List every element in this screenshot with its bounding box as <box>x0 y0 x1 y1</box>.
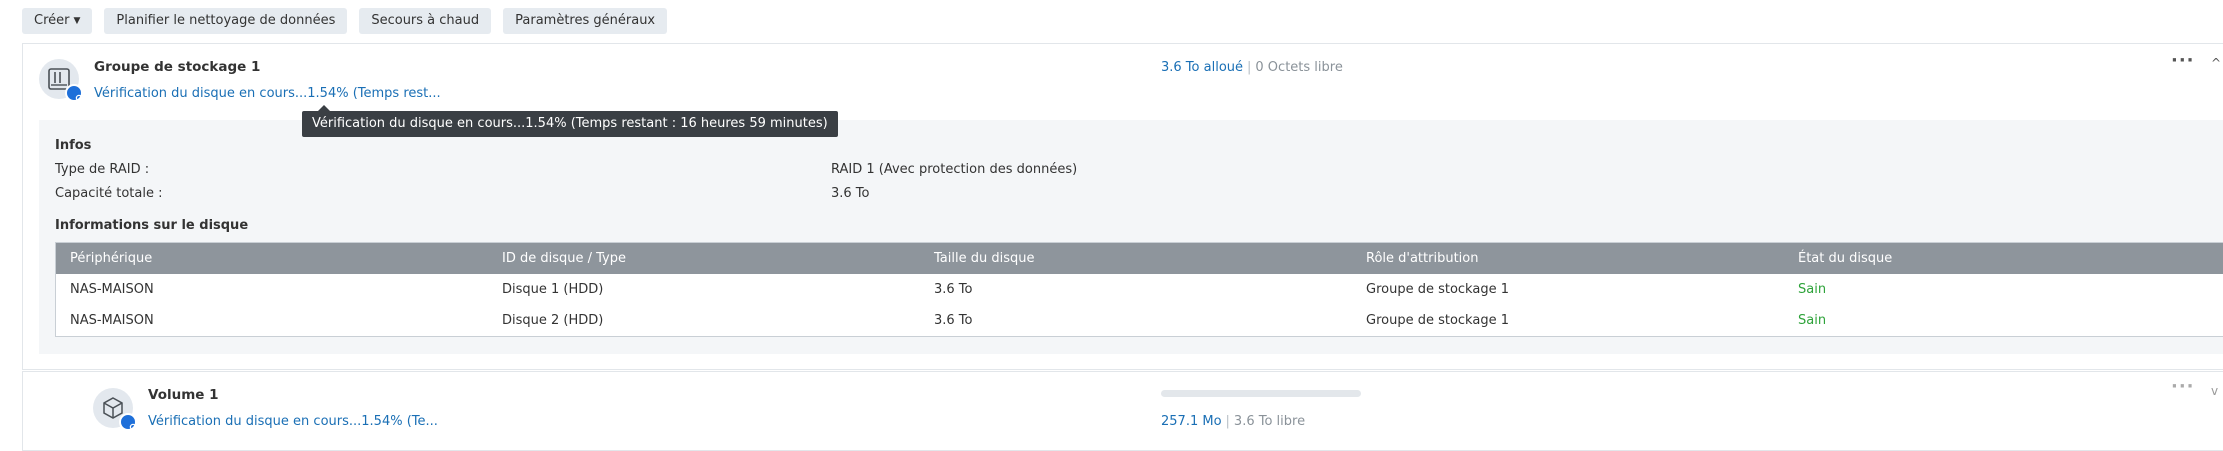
total-capacity-label: Capacité totale : <box>55 186 163 201</box>
column-disk-id[interactable]: ID de disque / Type <box>502 243 626 274</box>
pool-usage-free: 0 Octets libre <box>1255 60 1342 75</box>
cell-disk-id: Disque 1 (HDD) <box>502 274 603 306</box>
table-row[interactable]: NAS-MAISON Disque 1 (HDD) 3.6 To Groupe … <box>56 274 2223 306</box>
volume-usage-free: 3.6 To libre <box>1234 414 1305 429</box>
column-device[interactable]: Périphérique <box>70 243 152 274</box>
collapse-chevron-icon[interactable]: ^ <box>2211 56 2221 70</box>
volume-title: Volume 1 <box>148 387 219 403</box>
disk-table: Périphérique ID de disque / Type Taille … <box>55 242 2223 337</box>
column-disk-size[interactable]: Taille du disque <box>934 243 1034 274</box>
create-label: Créer <box>34 13 69 28</box>
cell-device: NAS-MAISON <box>70 274 154 306</box>
volume-status-link[interactable]: Vérification du disque en cours...1.54% … <box>148 414 438 429</box>
volume-usage: 257.1 Mo | 3.6 To libre <box>1161 414 1305 429</box>
toolbar: Créer ▼ Planifier le nettoyage de données… <box>22 8 667 34</box>
hot-spare-button[interactable]: Secours à chaud <box>359 8 491 34</box>
volume-usage-bar <box>1161 390 1361 397</box>
pool-usage: 3.6 To alloué | 0 Octets libre <box>1161 60 1343 75</box>
info-section-title: Infos <box>55 138 91 153</box>
expand-chevron-icon[interactable]: v <box>2211 384 2218 398</box>
volume-card: Volume 1 Vérification du disque en cours… <box>22 371 2223 451</box>
cell-disk-size: 3.6 To <box>934 274 973 306</box>
status-tooltip: Vérification du disque en cours...1.54% … <box>302 111 838 137</box>
caret-down-icon: ▼ <box>73 16 80 26</box>
cell-allocation-role: Groupe de stockage 1 <box>1366 274 1509 306</box>
pool-usage-allocated[interactable]: 3.6 To alloué <box>1161 60 1243 75</box>
cell-disk-status: Sain <box>1798 305 1826 337</box>
disk-table-header: Périphérique ID de disque / Type Taille … <box>56 243 2223 274</box>
pool-title: Groupe de stockage 1 <box>94 59 260 75</box>
schedule-scrubbing-button[interactable]: Planifier le nettoyage de données <box>104 8 347 34</box>
volume-more-menu-button[interactable]: ··· <box>2171 376 2195 397</box>
disk-info-section-title: Informations sur le disque <box>55 218 248 233</box>
cell-disk-status: Sain <box>1798 274 1826 306</box>
create-button[interactable]: Créer ▼ <box>22 8 92 34</box>
column-allocation-role[interactable]: Rôle d'attribution <box>1366 243 1478 274</box>
raid-type-label: Type de RAID : <box>55 162 149 177</box>
usage-separator: | <box>1247 60 1251 75</box>
column-disk-status[interactable]: État du disque <box>1798 243 1892 274</box>
cell-device: NAS-MAISON <box>70 305 154 337</box>
storage-pool-icon <box>39 59 79 99</box>
raid-type-value: RAID 1 (Avec protection des données) <box>831 162 1077 177</box>
sync-badge-icon <box>65 84 83 102</box>
storage-pool-card: Groupe de stockage 1 Vérification du dis… <box>22 43 2223 370</box>
total-capacity-value: 3.6 To <box>831 186 870 201</box>
pool-details-panel: Infos Type de RAID : RAID 1 (Avec protec… <box>39 120 2223 354</box>
pool-more-menu-button[interactable]: ··· <box>2171 50 2195 71</box>
general-settings-button[interactable]: Paramètres généraux <box>503 8 667 34</box>
cell-allocation-role: Groupe de stockage 1 <box>1366 305 1509 337</box>
volume-usage-used[interactable]: 257.1 Mo <box>1161 414 1222 429</box>
sync-badge-icon <box>119 413 137 431</box>
usage-separator: | <box>1226 414 1230 429</box>
pool-status-link[interactable]: Vérification du disque en cours...1.54% … <box>94 86 441 101</box>
cell-disk-id: Disque 2 (HDD) <box>502 305 603 337</box>
table-row[interactable]: NAS-MAISON Disque 2 (HDD) 3.6 To Groupe … <box>56 305 2223 337</box>
volume-icon <box>93 388 133 428</box>
cell-disk-size: 3.6 To <box>934 305 973 337</box>
